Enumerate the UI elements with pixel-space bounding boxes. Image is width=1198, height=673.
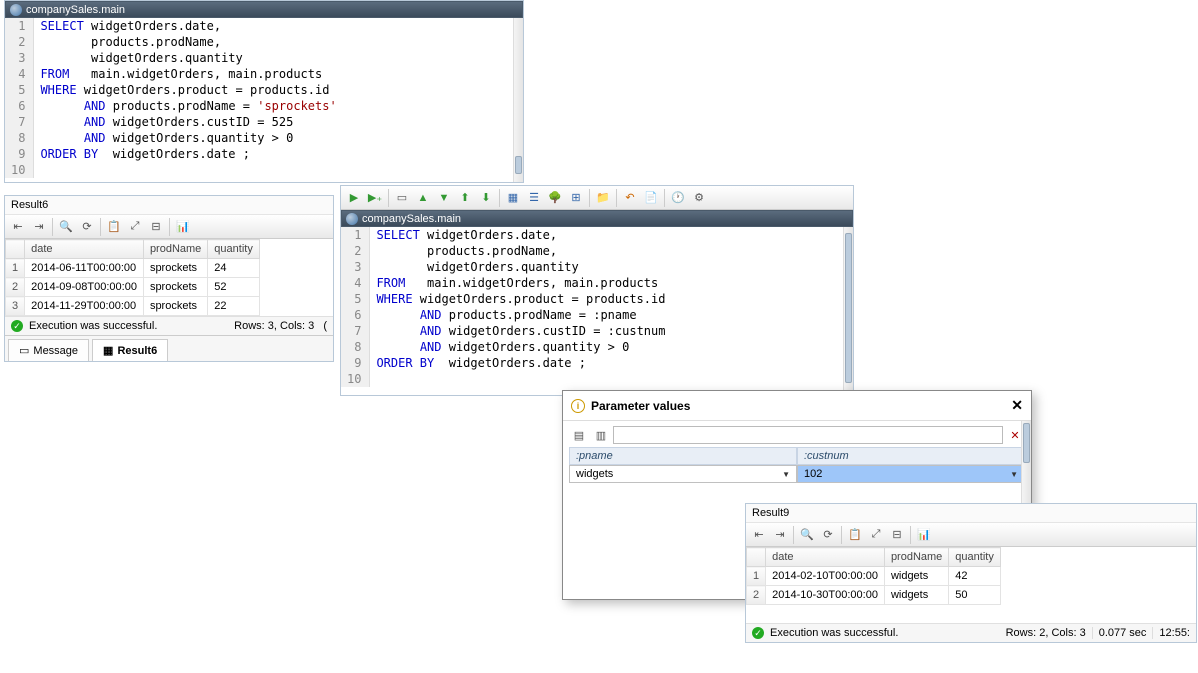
scrollbar[interactable] (513, 18, 523, 182)
export-button[interactable]: 📁 (593, 188, 613, 208)
run-button[interactable]: ▶ (344, 188, 364, 208)
param-tool1[interactable]: ▤ (569, 425, 589, 445)
next-row-button[interactable]: ⇥ (770, 525, 790, 545)
sql-editor-2[interactable]: SELECT widgetOrders.date, products.prodN… (370, 227, 665, 387)
result9-time: 0.077 sec (1092, 627, 1147, 639)
filter-button[interactable]: 🔍 (797, 525, 817, 545)
refresh-button[interactable]: ⟳ (818, 525, 838, 545)
run-step-button[interactable]: ▶₊ (365, 188, 385, 208)
filter-button[interactable]: 🔍 (56, 217, 76, 237)
sql-editor-1[interactable]: SELECT widgetOrders.date, products.prodN… (34, 18, 336, 178)
copy-button[interactable]: 📋 (104, 217, 124, 237)
schema-button[interactable]: ⊞ (566, 188, 586, 208)
status-ok-icon: ✓ (752, 627, 764, 639)
db-icon (346, 213, 358, 225)
copy-button[interactable]: 📋 (845, 525, 865, 545)
editor1-titlebar: companySales.main (5, 1, 523, 18)
param-tool2[interactable]: ▥ (591, 425, 611, 445)
up2-button[interactable]: ⬆ (455, 188, 475, 208)
grid-icon: ▦ (103, 344, 113, 357)
chart-button[interactable]: 📊 (914, 525, 934, 545)
refresh-button[interactable]: ⟳ (77, 217, 97, 237)
param-icon: i (571, 399, 585, 413)
grid-view-button[interactable]: ▦ (503, 188, 523, 208)
result9-ts: 12:55: (1152, 627, 1190, 639)
settings-button[interactable]: ⚙ (689, 188, 709, 208)
status-ok-icon: ✓ (11, 320, 23, 332)
tree-button[interactable]: 🌳 (545, 188, 565, 208)
chart-button[interactable]: 📊 (173, 217, 193, 237)
expand-button[interactable]: ⤢ (866, 525, 886, 545)
param-dialog-title: Parameter values (591, 399, 690, 413)
result6-status: Execution was successful. (29, 320, 157, 332)
down-button[interactable]: ▼ (434, 188, 454, 208)
down2-button[interactable]: ⬇ (476, 188, 496, 208)
editor1-title: companySales.main (26, 4, 125, 16)
pin-button[interactable]: ⊟ (146, 217, 166, 237)
message-icon: ▭ (19, 344, 29, 357)
param-value-custnum[interactable]: 102▼ (797, 465, 1025, 483)
up-button[interactable]: ▲ (413, 188, 433, 208)
db-icon (10, 4, 22, 16)
editor2-title: companySales.main (362, 213, 461, 225)
tab-result6[interactable]: ▦ Result6 (92, 339, 168, 361)
result6-counts: Rows: 3, Cols: 3 (234, 320, 314, 332)
result6-label: Result6 (5, 196, 333, 215)
next-row-button[interactable]: ⇥ (29, 217, 49, 237)
editor2-titlebar: companySales.main (341, 210, 853, 227)
history-button[interactable]: 📄 (641, 188, 661, 208)
param-value-pname[interactable]: widgets▼ (569, 465, 797, 483)
expand-button[interactable]: ⤢ (125, 217, 145, 237)
result9-counts: Rows: 2, Cols: 3 (1006, 627, 1086, 639)
result9-label: Result9 (746, 504, 1196, 523)
form-view-button[interactable]: ☰ (524, 188, 544, 208)
param-header-custnum: :custnum (797, 447, 1025, 465)
param-header-pname: :pname (569, 447, 797, 465)
tab-message[interactable]: ▭ Message (8, 339, 89, 361)
first-row-button[interactable]: ⇤ (749, 525, 769, 545)
close-button[interactable]: ✕ (1011, 397, 1023, 414)
first-row-button[interactable]: ⇤ (8, 217, 28, 237)
result9-status: Execution was successful. (770, 627, 898, 639)
pin-button[interactable]: ⊟ (887, 525, 907, 545)
undo-button[interactable]: ↶ (620, 188, 640, 208)
plan-button[interactable]: ▭ (392, 188, 412, 208)
clock-button[interactable]: 🕐 (668, 188, 688, 208)
result6-grid[interactable]: dateprodNamequantity12014-06-11T00:00:00… (5, 239, 260, 316)
scrollbar[interactable] (843, 227, 853, 395)
result9-grid[interactable]: dateprodNamequantity12014-02-10T00:00:00… (746, 547, 1001, 605)
